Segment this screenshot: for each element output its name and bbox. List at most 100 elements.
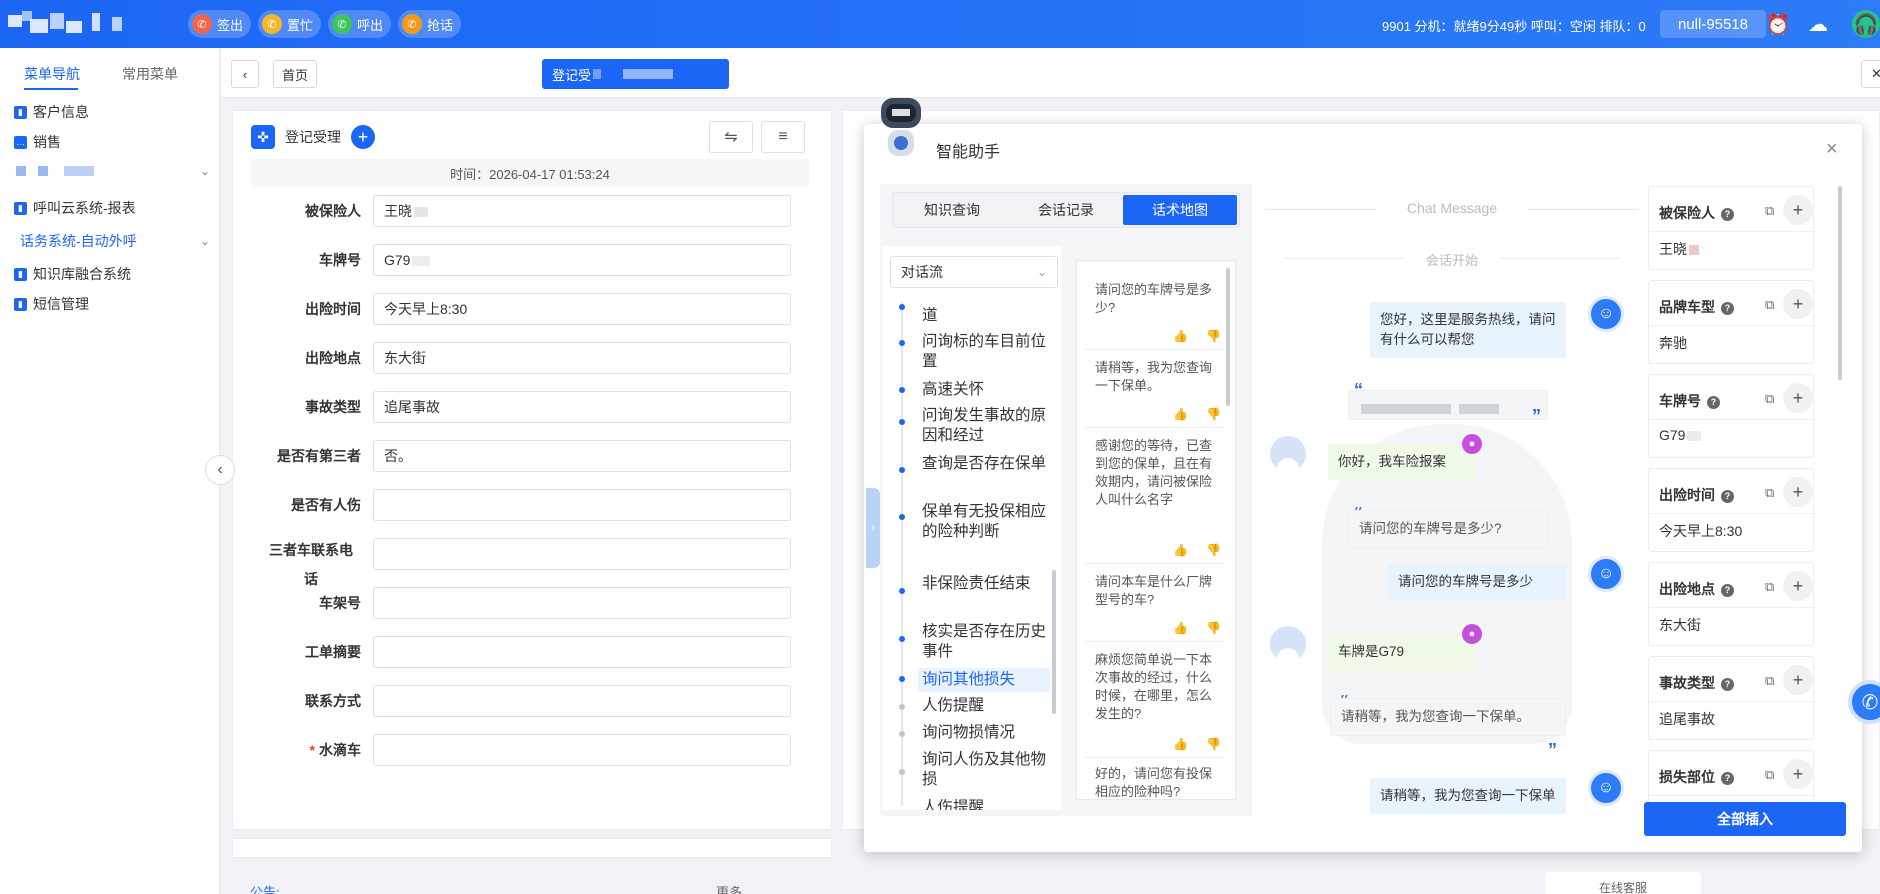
script-item[interactable]: 好的，请问您有投保相应的险种吗? <box>1095 765 1215 799</box>
flow-item[interactable]: 问询发生事故的原因和经过 <box>922 406 1058 446</box>
script-item[interactable]: 请稍等，我为您查询一下保单。 <box>1095 359 1215 395</box>
grab-call-button[interactable]: ✆ 抢话 <box>398 10 462 38</box>
copy-icon[interactable]: ⧉ <box>1765 391 1774 407</box>
copy-icon[interactable]: ⧉ <box>1765 297 1774 313</box>
flow-item[interactable]: 核实是否存在历史事件 <box>922 622 1058 662</box>
add-icon[interactable]: + <box>1783 759 1813 789</box>
online-service-button[interactable]: 在线客服 <box>1545 872 1701 894</box>
water-car-input[interactable] <box>373 734 791 766</box>
add-icon[interactable]: + <box>1783 195 1813 225</box>
thumbs-up-icon[interactable]: 👍 <box>1173 329 1188 345</box>
contact-input[interactable] <box>373 685 791 717</box>
script-item[interactable]: 请问本车是什么厂牌型号的车? <box>1095 573 1215 609</box>
third-party-input[interactable]: 否。 <box>373 440 791 472</box>
help-icon[interactable]: ? <box>1721 772 1734 785</box>
sidebar-item-call-cloud-report[interactable]: ▮ 呼叫云系统-报表 <box>14 198 210 218</box>
help-icon[interactable]: ? <box>1721 208 1734 221</box>
flow-item[interactable]: 人伤提醒 <box>922 696 1058 716</box>
add-icon[interactable]: + <box>1783 383 1813 413</box>
call-out-button[interactable]: ✆ 呼出 <box>328 10 392 38</box>
sidebar-item-auto-outbound[interactable]: 话务系统-自动外呼 ⌄ <box>20 231 210 251</box>
add-icon[interactable]: + <box>1783 665 1813 695</box>
flow-item[interactable]: 查询是否存在保单 <box>922 454 1058 474</box>
injury-input[interactable] <box>373 489 791 521</box>
close-icon[interactable]: × <box>1826 138 1838 161</box>
add-icon[interactable]: + <box>1783 289 1813 319</box>
thumbs-up-icon[interactable]: 👍 <box>1173 407 1188 423</box>
script-item[interactable]: 麻烦您简单说一下本次事故的经过，什么时候，在哪里，怎么发生的? <box>1095 651 1215 723</box>
tab-menu-nav[interactable]: 菜单导航 <box>24 64 80 84</box>
help-icon[interactable]: ? <box>1721 302 1734 315</box>
thumbs-down-icon[interactable]: 👎 <box>1206 329 1221 345</box>
summary-input[interactable] <box>373 636 791 668</box>
sidebar-item-sms[interactable]: ▮ 短信管理 <box>14 294 210 314</box>
tab-script-map[interactable]: 话术地图 <box>1123 195 1237 225</box>
thumbs-up-icon[interactable]: 👍 <box>1173 621 1188 637</box>
script-scrollbar[interactable] <box>1226 268 1230 406</box>
add-icon[interactable]: + <box>1783 571 1813 601</box>
fields-scrollbar[interactable] <box>1838 186 1842 380</box>
accident-location-input[interactable]: 东大街 <box>373 342 791 374</box>
flow-item-active[interactable]: 询问其他损失 <box>918 668 1050 692</box>
extension-selector[interactable]: null-95518 <box>1660 10 1766 38</box>
add-icon[interactable]: + <box>1783 477 1813 507</box>
flow-select[interactable]: 对话流 ⌄ <box>890 256 1058 288</box>
tab-common-menu[interactable]: 常用菜单 <box>122 64 178 84</box>
flow-item[interactable]: 问询标的车目前位置 <box>922 332 1058 372</box>
obscured-text <box>1459 404 1499 415</box>
thumbs-down-icon[interactable]: 👎 <box>1206 543 1221 559</box>
swap-button[interactable]: ⇋ <box>709 121 753 153</box>
accident-type-input[interactable]: 追尾事故 <box>373 391 791 423</box>
help-icon[interactable]: ? <box>1707 396 1720 409</box>
back-button[interactable]: ‹ <box>231 60 259 88</box>
thumbs-down-icon[interactable]: 👎 <box>1206 407 1221 423</box>
copy-icon[interactable]: ⧉ <box>1765 485 1774 501</box>
flow-item[interactable]: 人伤提醒 <box>922 798 1058 810</box>
panel-toggle-handle[interactable]: › <box>866 488 880 568</box>
help-icon[interactable]: ? <box>1721 678 1734 691</box>
tab-register[interactable]: 登记受 <box>542 59 729 89</box>
busy-button[interactable]: ✆ 置忙 <box>258 10 322 38</box>
vin-input[interactable] <box>373 587 791 619</box>
third-party-phone-input[interactable] <box>373 538 791 570</box>
thumbs-up-icon[interactable]: 👍 <box>1173 543 1188 559</box>
help-icon[interactable]: ? <box>1721 584 1734 597</box>
flow-item[interactable]: 道 <box>922 306 1058 326</box>
sidebar-item-sales[interactable]: … 销售 <box>14 132 210 152</box>
more-link[interactable]: 更多 <box>716 882 742 894</box>
flow-item[interactable]: 保单有无投保相应的险种判断 <box>922 502 1058 542</box>
checkout-button[interactable]: ✆ 签出 <box>188 10 252 38</box>
tab-session-log[interactable]: 会话记录 <box>1009 195 1123 225</box>
help-icon[interactable]: ? <box>1721 490 1734 503</box>
flow-scrollbar[interactable] <box>1052 570 1056 714</box>
flow-item[interactable]: 询问物损情况 <box>922 723 1058 743</box>
accident-time-input[interactable]: 今天早上8:30 <box>373 293 791 325</box>
sidebar-item-knowledge-base[interactable]: ▮ 知识库融合系统 <box>14 264 210 284</box>
plate-input[interactable]: G79 <box>373 244 791 276</box>
sidebar-item-obscured[interactable]: ⌄ <box>14 164 210 178</box>
copy-icon[interactable]: ⧉ <box>1765 203 1774 219</box>
script-item[interactable]: 感谢您的等待，已查到您的保单，且在有效期内，请问被保险人叫什么名字 <box>1095 437 1215 509</box>
flow-item[interactable]: 高速关怀 <box>922 380 1058 400</box>
close-tabs-button[interactable]: ✕ <box>1861 60 1880 88</box>
script-item[interactable]: 请问您的车牌号是多少? <box>1095 281 1215 317</box>
insured-input[interactable]: 王晓 <box>373 195 791 227</box>
copy-icon[interactable]: ⧉ <box>1765 767 1774 783</box>
alarm-clock-icon[interactable]: ⏰ <box>1766 12 1791 36</box>
collapse-button[interactable]: ‹ <box>205 455 235 485</box>
flow-item[interactable]: 询问人伤及其他物损 <box>922 750 1058 790</box>
sidebar-item-customer-info[interactable]: ▮ 客户信息 <box>14 102 210 122</box>
add-button[interactable]: + <box>351 125 375 149</box>
thumbs-down-icon[interactable]: 👎 <box>1206 737 1221 753</box>
thumbs-down-icon[interactable]: 👎 <box>1206 621 1221 637</box>
thumbs-up-icon[interactable]: 👍 <box>1173 737 1188 753</box>
headset-icon[interactable]: 🎧 <box>1852 10 1880 38</box>
menu-button[interactable]: ≡ <box>761 121 805 153</box>
cloud-upload-icon[interactable]: ☁ <box>1806 12 1830 36</box>
copy-icon[interactable]: ⧉ <box>1765 673 1774 689</box>
flow-item[interactable]: 非保险责任结束 <box>922 574 1058 594</box>
copy-icon[interactable]: ⧉ <box>1765 579 1774 595</box>
insert-all-button[interactable]: 全部插入 <box>1644 802 1846 836</box>
tab-knowledge[interactable]: 知识查询 <box>895 195 1009 225</box>
home-tab[interactable]: 首页 <box>273 60 317 88</box>
